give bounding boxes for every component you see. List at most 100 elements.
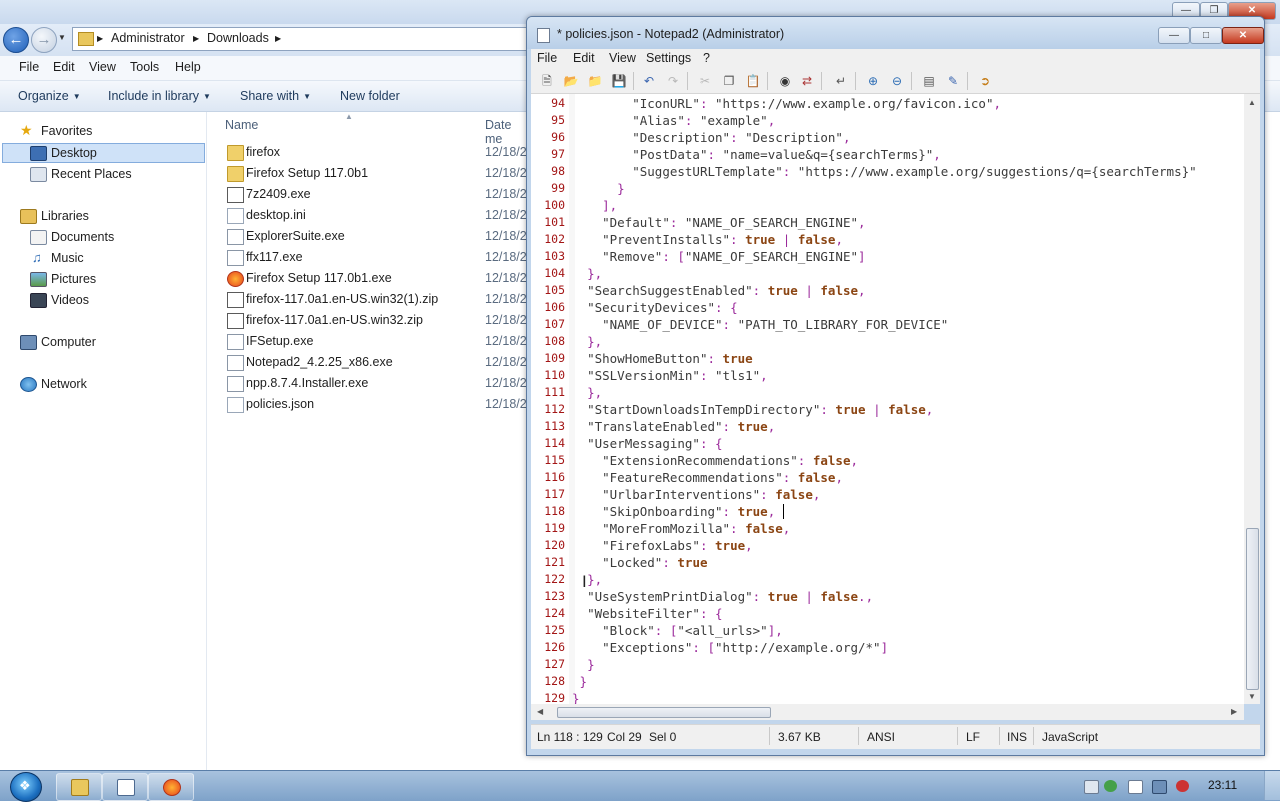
- status-encoding[interactable]: ANSI: [867, 730, 895, 744]
- file-row[interactable]: Firefox Setup 117.0b1.exe 12/18/2: [207, 268, 527, 289]
- tray-volume-muted-icon[interactable]: [1176, 780, 1189, 792]
- menu-help[interactable]: Help: [175, 60, 201, 74]
- nav-desktop[interactable]: Desktop: [30, 143, 200, 163]
- zoom-in-icon[interactable]: ⊕: [865, 73, 881, 89]
- scroll-up-icon[interactable]: ▲: [1248, 98, 1256, 107]
- tray-security-icon[interactable]: [1104, 780, 1117, 792]
- nav-recent-places[interactable]: Recent Places: [30, 164, 200, 184]
- nav-music[interactable]: ♫ Music: [30, 248, 200, 268]
- scroll-down-icon[interactable]: ▼: [1248, 692, 1256, 701]
- status-line-ending[interactable]: LF: [966, 730, 980, 744]
- menu-edit[interactable]: Edit: [53, 60, 75, 74]
- file-row[interactable]: firefox-117.0a1.en-US.win32.zip 12/18/2: [207, 310, 527, 331]
- file-row[interactable]: IFSetup.exe 12/18/2: [207, 331, 527, 352]
- tray-action-center-flag-icon[interactable]: [1128, 780, 1143, 794]
- line-number: 95: [551, 113, 565, 127]
- file-row[interactable]: ffx117.exe 12/18/2: [207, 247, 527, 268]
- save-icon[interactable]: 💾: [611, 73, 627, 89]
- file-row[interactable]: npp.8.7.4.Installer.exe 12/18/2: [207, 373, 527, 394]
- file-row[interactable]: Firefox Setup 117.0b1 12/18/2: [207, 163, 527, 184]
- nav-favorites[interactable]: ★ Favorites: [20, 121, 200, 141]
- taskbar-clock[interactable]: 23:11: [1208, 778, 1237, 792]
- status-insert-mode[interactable]: INS: [1007, 730, 1027, 744]
- breadcrumb-administrator[interactable]: Administrator: [111, 31, 185, 45]
- close-button[interactable]: ✕: [1222, 27, 1264, 44]
- nav-documents[interactable]: Documents: [30, 227, 200, 247]
- back-button[interactable]: ←: [3, 27, 29, 53]
- zoom-out-icon[interactable]: ⊖: [889, 73, 905, 89]
- nav-computer[interactable]: Computer: [20, 332, 200, 352]
- minimize-button[interactable]: —: [1158, 27, 1190, 44]
- file-row[interactable]: firefox 12/18/2: [207, 142, 527, 163]
- nav-pictures[interactable]: Pictures: [30, 269, 200, 289]
- nav-videos[interactable]: Videos: [30, 290, 200, 310]
- menu-help[interactable]: ?: [703, 51, 710, 65]
- maximize-button[interactable]: □: [1190, 27, 1222, 44]
- breadcrumb-separator-icon[interactable]: ▶: [193, 34, 199, 43]
- cut-icon[interactable]: ✂: [697, 73, 713, 89]
- file-row[interactable]: 7z2409.exe 12/18/2: [207, 184, 527, 205]
- paste-icon[interactable]: 📋: [745, 73, 761, 89]
- nav-libraries[interactable]: Libraries: [20, 206, 200, 226]
- notepad2-titlebar[interactable]: * policies.json - Notepad2 (Administrato…: [527, 17, 1264, 49]
- scroll-left-icon[interactable]: ◀: [537, 707, 543, 716]
- menu-settings[interactable]: Settings: [646, 51, 691, 65]
- horizontal-scroll-thumb[interactable]: [557, 707, 771, 718]
- line-number: 102: [544, 232, 565, 246]
- line-number: 109: [544, 351, 565, 365]
- menu-tools[interactable]: Tools: [130, 60, 159, 74]
- new-folder-button[interactable]: New folder: [340, 89, 400, 103]
- redo-icon[interactable]: ↷: [665, 73, 681, 89]
- taskbar-firefox-button[interactable]: [148, 773, 194, 801]
- tray-keyboard-icon[interactable]: [1084, 780, 1099, 794]
- breadcrumb-separator-icon[interactable]: ▶: [275, 34, 281, 43]
- taskbar-notepad2-button[interactable]: [102, 773, 148, 801]
- vertical-scrollbar[interactable]: ▲ ▼: [1244, 94, 1260, 704]
- status-selection: Sel 0: [649, 730, 677, 744]
- include-in-library-button[interactable]: Include in library ▼: [108, 89, 211, 103]
- replace-icon[interactable]: ⇄: [799, 73, 815, 89]
- address-bar[interactable]: ▶ Administrator ▶ Downloads ▶: [72, 27, 529, 51]
- start-button[interactable]: ❖: [10, 772, 42, 802]
- browse-icon[interactable]: 📁: [587, 73, 603, 89]
- customize-scheme-icon[interactable]: ✎: [945, 73, 961, 89]
- exit-icon[interactable]: ➲: [977, 73, 993, 89]
- file-name: policies.json: [246, 397, 315, 411]
- share-with-button[interactable]: Share with ▼: [240, 89, 311, 103]
- file-row[interactable]: policies.json 12/18/2: [207, 394, 527, 415]
- open-folder-icon[interactable]: 📂: [563, 73, 579, 89]
- file-row[interactable]: Notepad2_4.2.25_x86.exe 12/18/2: [207, 352, 527, 373]
- file-row[interactable]: ExplorerSuite.exe 12/18/2: [207, 226, 527, 247]
- menu-view[interactable]: View: [89, 60, 116, 74]
- new-file-icon[interactable]: 🗎: [539, 73, 555, 89]
- scroll-right-icon[interactable]: ▶: [1231, 707, 1237, 716]
- undo-icon[interactable]: ↶: [641, 73, 657, 89]
- organize-button[interactable]: Organize ▼: [18, 89, 81, 103]
- recent-pages-dropdown[interactable]: ▼: [58, 33, 66, 42]
- code-editor[interactable]: 94 95 96 97 98 99 100 101 102 103 104 105 106 107 108 1…: [531, 94, 1244, 704]
- menu-file[interactable]: File: [537, 51, 557, 65]
- code-line: },: [587, 385, 603, 400]
- file-row[interactable]: firefox-117.0a1.en-US.win32(1).zip 12/18/…: [207, 289, 527, 310]
- menu-view[interactable]: View: [609, 51, 636, 65]
- vertical-scroll-thumb[interactable]: [1246, 528, 1259, 690]
- share-label: Share with: [240, 89, 300, 103]
- file-row[interactable]: desktop.ini 12/18/2: [207, 205, 527, 226]
- forward-button[interactable]: →: [31, 27, 57, 53]
- menu-file[interactable]: File: [19, 60, 39, 74]
- column-header-name[interactable]: Name: [225, 118, 258, 132]
- word-wrap-icon[interactable]: ↵: [833, 73, 849, 89]
- breadcrumb-separator-icon[interactable]: ▶: [97, 34, 103, 43]
- breadcrumb-downloads[interactable]: Downloads: [207, 31, 269, 45]
- show-desktop-button[interactable]: [1264, 771, 1280, 800]
- menu-edit[interactable]: Edit: [573, 51, 595, 65]
- scheme-icon[interactable]: ▤: [921, 73, 937, 89]
- tray-network-icon[interactable]: [1152, 780, 1167, 794]
- taskbar-explorer-button[interactable]: [56, 773, 102, 801]
- copy-icon[interactable]: ❐: [721, 73, 737, 89]
- line-number: 99: [551, 181, 565, 195]
- find-icon[interactable]: ◉: [777, 73, 793, 89]
- horizontal-scrollbar[interactable]: ◀ ▶: [531, 704, 1244, 720]
- nav-network[interactable]: Network: [20, 374, 200, 394]
- status-language[interactable]: JavaScript: [1042, 730, 1098, 744]
